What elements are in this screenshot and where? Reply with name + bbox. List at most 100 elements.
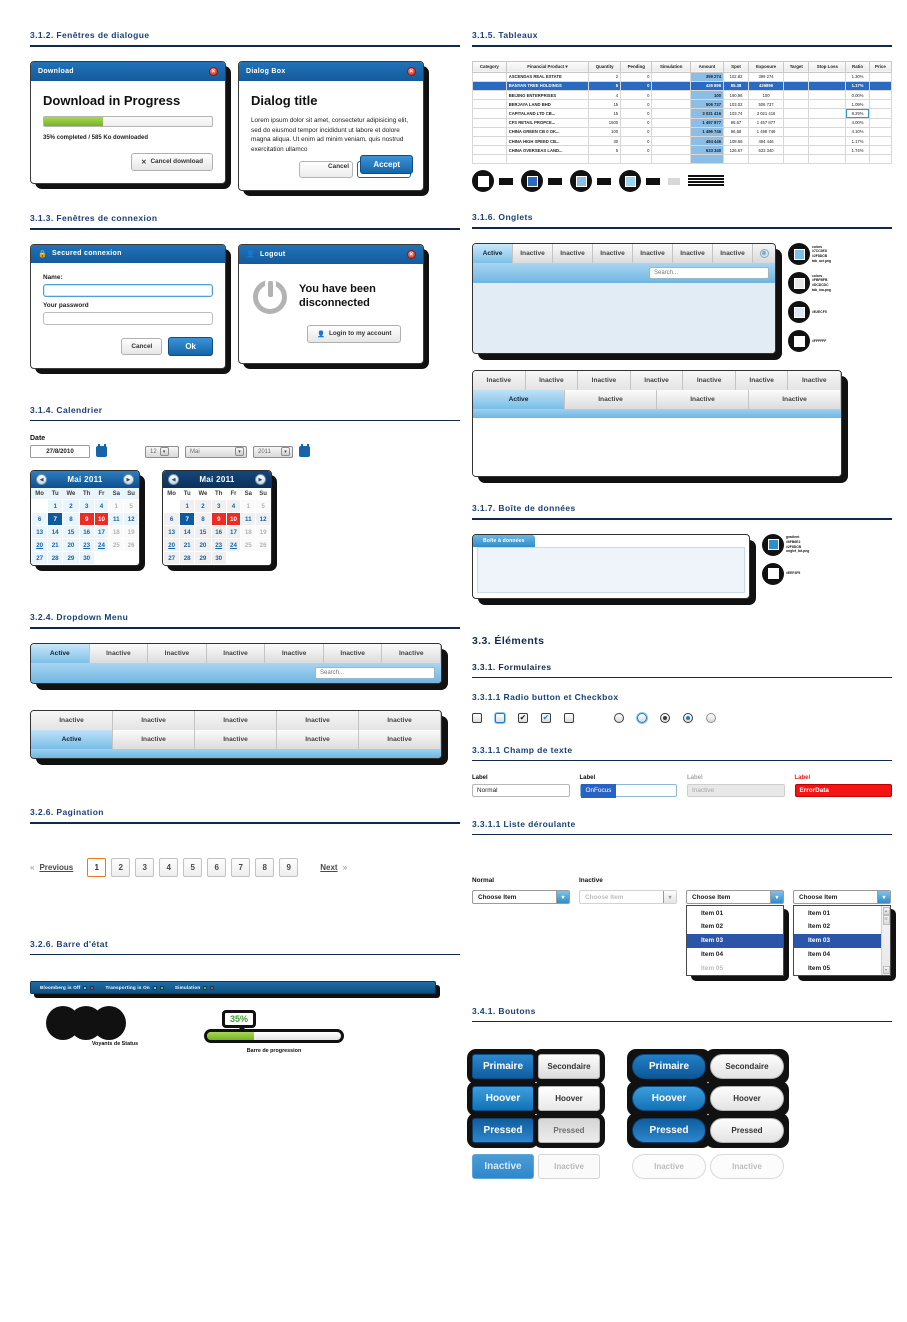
- tab-inactive-5[interactable]: Inactive: [735, 371, 789, 391]
- calendar-day-18[interactable]: 18: [240, 525, 257, 540]
- tab-inactive-1[interactable]: Inactive: [113, 730, 195, 750]
- tab-inactive-3[interactable]: Inactive: [749, 390, 841, 410]
- table-header-simulation[interactable]: Simulation: [651, 60, 691, 73]
- calendar-day-13[interactable]: 13: [31, 525, 49, 540]
- scroll-thumb[interactable]: ☰: [882, 915, 890, 926]
- table-header-quantity[interactable]: Quantity: [588, 60, 622, 73]
- page-8[interactable]: 8: [255, 857, 275, 877]
- calendar-day-16[interactable]: 16: [78, 525, 95, 540]
- select-control[interactable]: Choose Item ▾: [472, 890, 570, 905]
- option-4[interactable]: Item 04: [794, 948, 881, 962]
- table-row[interactable]: ASCENDAS REAL ESTATE 2 0 399 274 102.82 399 2…: [472, 71, 893, 82]
- calendar-day-15[interactable]: 15: [194, 525, 212, 540]
- calendar-day-24[interactable]: 24: [225, 538, 242, 553]
- login-cancel-button[interactable]: Cancel: [121, 337, 163, 355]
- calendar-day-3[interactable]: 3: [210, 499, 227, 514]
- button-secondaire[interactable]: Secondaire: [538, 1054, 600, 1080]
- tab-inactive-3[interactable]: Inactive: [277, 730, 359, 750]
- calendar-day-6[interactable]: 6: [163, 512, 181, 527]
- tab-inactive-3[interactable]: Inactive: [630, 371, 684, 391]
- option-2[interactable]: Item 02: [687, 920, 783, 934]
- tab-inactive-2[interactable]: Inactive: [195, 711, 277, 731]
- calendar-day-17[interactable]: 17: [225, 525, 242, 540]
- radio-normal[interactable]: [614, 712, 624, 723]
- calendar-day-29[interactable]: 29: [62, 551, 80, 566]
- year-select[interactable]: 2011 ▾: [253, 445, 293, 458]
- field-input[interactable]: OnFocus: [579, 783, 677, 798]
- table-header-price[interactable]: Price: [868, 60, 893, 73]
- password-field[interactable]: [43, 311, 213, 325]
- option-4[interactable]: Item 04: [687, 948, 783, 962]
- tab-inactive-2[interactable]: Inactive: [148, 644, 207, 664]
- checkbox-focus[interactable]: [495, 712, 505, 723]
- day-select[interactable]: 12 ▾: [145, 445, 179, 458]
- close-tab-icon[interactable]: ⊗: [759, 249, 769, 259]
- calendar-day-28[interactable]: 28: [179, 551, 196, 566]
- table-header-target[interactable]: Target: [783, 60, 810, 73]
- calendar-day-20[interactable]: 20: [163, 538, 181, 553]
- calendar-day-19[interactable]: 19: [255, 525, 271, 540]
- scroll-down-icon[interactable]: ▾: [882, 966, 890, 975]
- calendar-day-23[interactable]: 23: [78, 538, 95, 553]
- page-5[interactable]: 5: [183, 857, 203, 877]
- table-header-category[interactable]: Category: [472, 60, 507, 73]
- tab-inactive-1[interactable]: Inactive: [513, 244, 553, 264]
- calendar-day-24[interactable]: 24: [93, 538, 110, 553]
- table-header-financial-product[interactable]: Financial Product ▾: [505, 60, 590, 73]
- radio-focus[interactable]: [637, 712, 647, 723]
- tab-inactive-4[interactable]: Inactive: [683, 371, 736, 391]
- name-field[interactable]: [43, 283, 213, 297]
- calendar-day-28[interactable]: 28: [47, 551, 64, 566]
- calendar-day-14[interactable]: 14: [47, 525, 64, 540]
- button-pressed-secondary[interactable]: Pressed: [538, 1118, 600, 1144]
- calendar-day-15[interactable]: 15: [62, 525, 80, 540]
- cancel-download-button[interactable]: ✕ Cancel download: [131, 152, 213, 171]
- button-pressed-rounded[interactable]: Pressed: [632, 1118, 706, 1144]
- button-hoover[interactable]: Hoover: [472, 1086, 534, 1112]
- table-row[interactable]: BERJAYA LAND BHD 15 0 506 737 103.02 506 737 1…: [472, 99, 893, 110]
- page-7[interactable]: 7: [231, 857, 251, 877]
- tab-inactive-5[interactable]: Inactive: [673, 244, 713, 264]
- tab-inactive-3[interactable]: Inactive: [206, 644, 266, 664]
- tab-inactive-2[interactable]: Inactive: [553, 244, 593, 264]
- calendar-day-30[interactable]: 30: [210, 551, 227, 566]
- calendar-day-6[interactable]: 6: [31, 512, 49, 527]
- table-row[interactable]: CHINA OVERSEAS LAND... 5 0 633 340 126.67 633…: [472, 145, 893, 156]
- table-header-exposure[interactable]: Exposure: [748, 60, 785, 73]
- calendar-day-10[interactable]: 10: [225, 512, 242, 527]
- login-ok-button[interactable]: Ok: [168, 336, 213, 356]
- page-2[interactable]: 2: [111, 857, 131, 877]
- checkbox-checked[interactable]: [518, 712, 528, 723]
- button-pressed[interactable]: Pressed: [472, 1118, 534, 1144]
- search-input[interactable]: Search...: [315, 667, 435, 680]
- close-icon[interactable]: ×: [209, 66, 218, 76]
- radio-selected-blue[interactable]: [683, 712, 693, 723]
- tab-inactive-6[interactable]: Inactive: [713, 244, 753, 264]
- option-5[interactable]: Item 05: [794, 961, 881, 975]
- calendar-day-23[interactable]: 23: [210, 538, 227, 553]
- next-month-icon[interactable]: ▶: [122, 474, 134, 486]
- checkbox-empty[interactable]: [564, 712, 574, 723]
- tab-inactive-1[interactable]: Inactive: [89, 644, 149, 664]
- tab-inactive-0[interactable]: Inactive: [31, 711, 113, 731]
- next-month-icon[interactable]: ▶: [254, 474, 266, 486]
- calendar-day-16[interactable]: 16: [210, 525, 227, 540]
- date-input[interactable]: 27/8/2010: [30, 445, 90, 459]
- close-icon[interactable]: ×: [407, 249, 416, 259]
- accept-button[interactable]: Accept: [360, 155, 413, 175]
- page-1[interactable]: 1: [87, 857, 107, 877]
- scrollbar[interactable]: ▴ ☰ ▾: [881, 906, 890, 976]
- option-2[interactable]: Item 02: [794, 920, 881, 934]
- radio-selected[interactable]: [660, 712, 670, 723]
- calendar-day-26[interactable]: 26: [255, 538, 271, 553]
- tab-active-0[interactable]: Active: [31, 644, 90, 664]
- calendar-day-1[interactable]: 1: [179, 499, 196, 514]
- calendar-day-1[interactable]: 1: [47, 499, 64, 514]
- calendar-day-25[interactable]: 25: [240, 538, 257, 553]
- tab-inactive-0[interactable]: Inactive: [473, 371, 526, 391]
- calendar-day-11[interactable]: 11: [240, 512, 257, 527]
- month-select[interactable]: Mai ▾: [185, 445, 247, 458]
- table-header-stop-loss[interactable]: Stop Loss: [808, 60, 847, 73]
- page-3[interactable]: 3: [135, 857, 155, 877]
- calendar-day-11[interactable]: 11: [108, 512, 125, 527]
